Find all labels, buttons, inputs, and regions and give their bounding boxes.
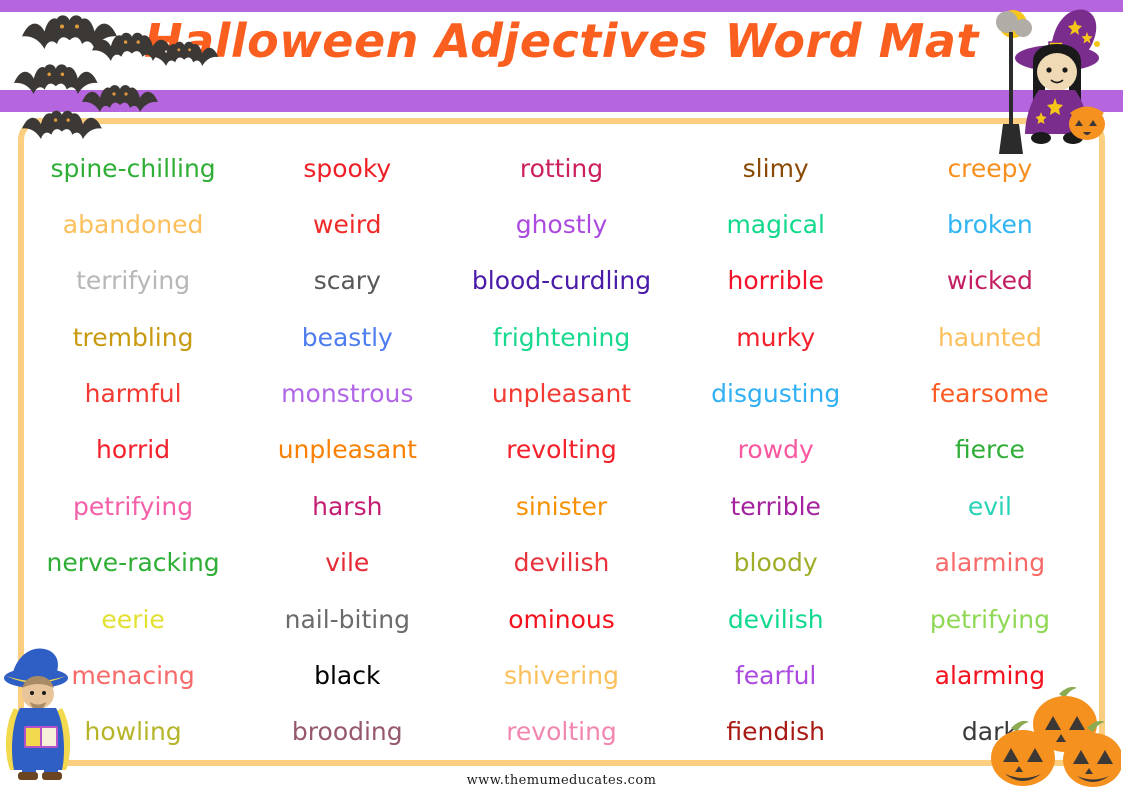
word-cell: wicked — [946, 266, 1033, 296]
word-cell: sinister — [515, 491, 608, 521]
word-cell: horrid — [96, 435, 171, 465]
word-cell: alarming — [934, 548, 1046, 578]
word-cell: broken — [947, 210, 1033, 240]
word-cell: rowdy — [737, 435, 814, 465]
word-cell: terrifying — [76, 266, 191, 296]
word-cell: eerie — [101, 604, 165, 634]
word-grid: spine-chilling spooky rotting slimy creepy ab… — [26, 140, 1097, 760]
word-cell: murky — [736, 322, 816, 352]
witch-svg — [996, 9, 1105, 154]
word-cell: rotting — [519, 153, 604, 183]
bats-svg — [14, 15, 219, 139]
word-cell: revolting — [506, 717, 617, 747]
word-cell: revolting — [506, 435, 617, 465]
word-cell: monstrous — [281, 379, 414, 409]
witch-illustration — [989, 2, 1117, 166]
word-cell: bloody — [733, 548, 818, 578]
word-cell: shivering — [504, 660, 619, 690]
word-cell: nerve-racking — [46, 548, 220, 578]
word-cell: devilish — [513, 548, 610, 578]
word-cell: weird — [313, 210, 382, 240]
word-cell: frightening — [492, 322, 631, 352]
word-cell: devilish — [727, 604, 824, 634]
word-cell: unpleasant — [491, 379, 632, 409]
word-cell: brooding — [291, 717, 403, 747]
pumpkins-svg — [991, 686, 1123, 787]
word-cell: beastly — [301, 322, 393, 352]
word-cell: evil — [967, 491, 1012, 521]
word-cell: spooky — [303, 153, 392, 183]
pumpkins-illustration — [991, 680, 1123, 794]
word-cell: petrifying — [929, 604, 1050, 634]
word-cell: blood-curdling — [471, 266, 652, 296]
word-cell: fearful — [735, 660, 817, 690]
word-cell: black — [314, 660, 381, 690]
word-cell: vile — [325, 548, 370, 578]
word-cell: ghostly — [515, 210, 608, 240]
word-cell: unpleasant — [277, 435, 417, 465]
word-cell: harmful — [84, 379, 182, 409]
word-cell: haunted — [937, 322, 1042, 352]
word-cell: terrible — [730, 491, 821, 521]
word-cell: fiendish — [726, 717, 826, 747]
word-cell: harsh — [312, 491, 383, 521]
wizard-illustration — [2, 642, 82, 786]
word-cell: disgusting — [711, 379, 841, 409]
bats-cluster — [0, 0, 260, 160]
word-cell: slimy — [742, 153, 809, 183]
word-cell: trembling — [72, 322, 194, 352]
word-cell: fearsome — [930, 379, 1049, 409]
word-cell: magical — [726, 210, 825, 240]
word-cell: ominous — [508, 604, 615, 634]
word-cell: scary — [313, 266, 381, 296]
word-cell: nail-biting — [284, 604, 410, 634]
word-cell: petrifying — [73, 491, 194, 521]
footer-url: www.themumeducates.com — [466, 773, 657, 788]
word-cell: fierce — [954, 435, 1025, 465]
word-cell: abandoned — [62, 210, 204, 240]
word-cell: horrible — [727, 266, 824, 296]
wizard-svg — [4, 648, 71, 780]
